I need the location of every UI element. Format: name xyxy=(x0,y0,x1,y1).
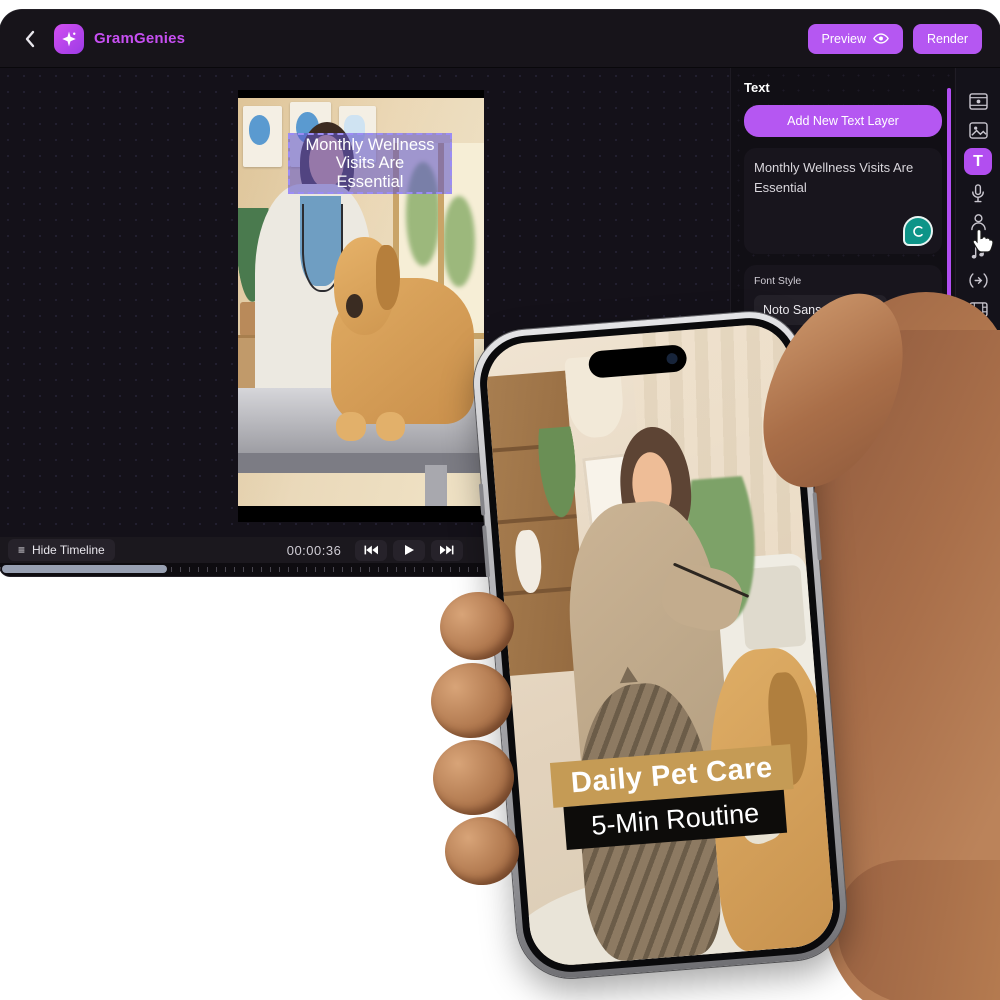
hide-timeline-label: Hide Timeline xyxy=(32,543,105,557)
eye-icon xyxy=(873,33,889,44)
timeline-scrollbar[interactable] xyxy=(2,565,167,573)
render-button[interactable]: Render xyxy=(913,24,982,54)
overlay-line: Essential xyxy=(337,173,404,191)
panel-title: Text xyxy=(744,80,942,95)
image-icon[interactable] xyxy=(965,119,992,141)
skip-back-button[interactable] xyxy=(355,540,387,561)
render-label: Render xyxy=(927,32,968,46)
font-style-label: Font Style xyxy=(754,275,932,287)
add-text-layer-button[interactable]: Add New Text Layer xyxy=(744,105,942,137)
screenshot-stage: GramGenies Preview Render xyxy=(0,0,1000,1000)
text-content-field[interactable]: Monthly Wellness Visits Are Essential xyxy=(744,148,942,254)
grammar-assistant-icon[interactable] xyxy=(903,216,933,246)
transitions-icon[interactable] xyxy=(965,269,992,291)
text-content-value: Monthly Wellness Visits Are Essential xyxy=(754,160,913,195)
overlay-line: Visits Are xyxy=(336,154,404,172)
preview-label: Preview xyxy=(822,32,866,46)
fingertip xyxy=(444,816,520,887)
top-bar: GramGenies Preview Render xyxy=(0,10,1000,68)
video-media-icon[interactable] xyxy=(965,90,992,112)
hand-wrist xyxy=(838,860,1000,1000)
sparkle-icon xyxy=(54,24,84,54)
play-button[interactable] xyxy=(393,540,425,561)
text-tool-icon[interactable]: T xyxy=(964,148,992,175)
selected-text-layer[interactable]: Monthly Wellness Visits Are Essential xyxy=(288,133,452,194)
microphone-icon[interactable] xyxy=(965,182,992,204)
hide-timeline-button[interactable]: ≡ Hide Timeline xyxy=(8,539,115,561)
timecode: 00:00:36 xyxy=(287,543,342,558)
video-frame[interactable]: Monthly Wellness Visits Are Essential xyxy=(238,90,484,522)
pointer-cursor xyxy=(972,228,994,254)
overlay-line: Monthly Wellness xyxy=(306,136,435,154)
brand-name: GramGenies xyxy=(94,30,185,47)
preview-button[interactable]: Preview xyxy=(808,24,903,54)
menu-icon: ≡ xyxy=(18,543,25,557)
back-button[interactable] xyxy=(18,28,40,50)
skip-forward-button[interactable] xyxy=(431,540,463,561)
